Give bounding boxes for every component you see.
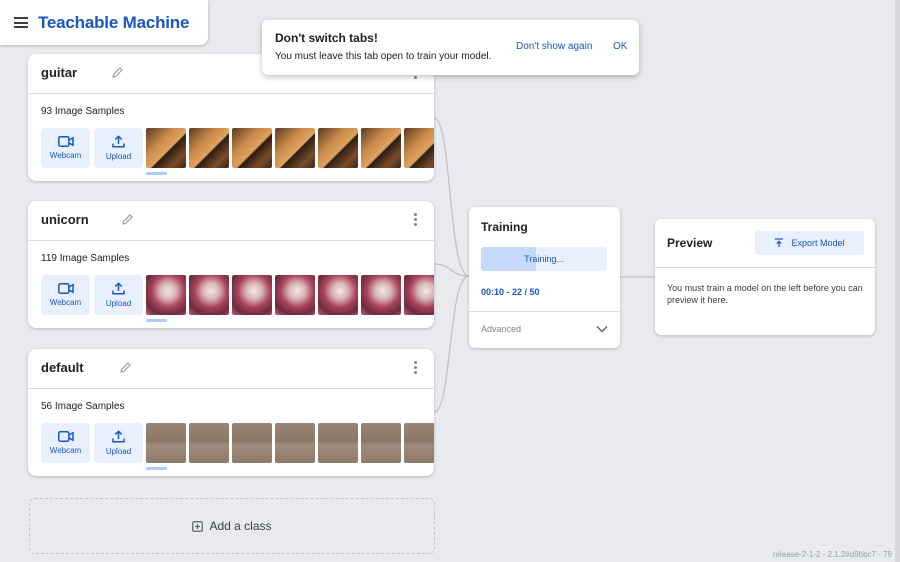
version-label: release-2-1-2 - 2.1.2#d9bbc7 - 79 — [772, 550, 892, 559]
sample-thumbnail[interactable] — [361, 423, 401, 463]
class-card-header: unicorn — [28, 201, 434, 241]
snackbar-message: You must leave this tab open to train yo… — [275, 51, 492, 62]
sample-thumbnail[interactable] — [404, 128, 434, 168]
webcam-icon — [57, 431, 74, 442]
upload-label: Upload — [105, 299, 132, 308]
add-class-label: Add a class — [209, 519, 272, 533]
webcam-icon — [57, 283, 74, 294]
more-options-icon[interactable] — [413, 361, 417, 374]
sample-thumbnail[interactable] — [232, 275, 272, 315]
sample-thumbnail[interactable] — [404, 423, 434, 463]
class-card-header: default — [28, 349, 434, 389]
upload-label: Upload — [105, 152, 132, 161]
app-title[interactable]: Teachable Machine — [38, 13, 189, 33]
sample-thumbnail[interactable] — [146, 275, 186, 315]
class-card: default 56 Image Samples Webcam Upload — [28, 349, 434, 476]
thumbnail-scrollbar[interactable] — [146, 172, 167, 175]
class-card: unicorn 119 Image Samples Webcam Upload — [28, 201, 434, 328]
upload-icon — [112, 282, 125, 295]
upload-button[interactable]: Upload — [94, 275, 143, 315]
divider — [469, 311, 620, 312]
sample-thumbnails — [146, 275, 434, 315]
sample-thumbnail[interactable] — [361, 275, 401, 315]
thumbnail-scrollbar[interactable] — [146, 319, 167, 322]
sample-thumbnail[interactable] — [232, 423, 272, 463]
sample-thumbnail[interactable] — [146, 423, 186, 463]
webcam-button[interactable]: Webcam — [41, 275, 90, 315]
advanced-toggle-label[interactable]: Advanced — [481, 324, 521, 334]
sample-thumbnail[interactable] — [189, 128, 229, 168]
sample-count: 56 Image Samples — [41, 401, 125, 412]
export-model-button[interactable]: Export Model — [755, 231, 864, 255]
sample-thumbnail[interactable] — [275, 128, 315, 168]
preview-panel: Preview Export Model You must train a mo… — [655, 219, 875, 335]
webcam-button[interactable]: Webcam — [41, 423, 90, 463]
add-box-icon — [192, 520, 204, 532]
menu-icon[interactable] — [14, 17, 28, 28]
export-model-label: Export Model — [791, 238, 845, 248]
train-model-button[interactable]: Training... — [481, 247, 607, 271]
app-header: Teachable Machine — [0, 0, 208, 45]
upload-icon — [112, 430, 125, 443]
webcam-label: Webcam — [49, 446, 82, 455]
pencil-icon[interactable] — [121, 213, 134, 226]
thumbnail-scrollbar[interactable] — [146, 467, 167, 470]
dont-show-again-button[interactable]: Don't show again — [516, 41, 592, 52]
sample-thumbnail[interactable] — [318, 128, 358, 168]
class-name[interactable]: guitar — [41, 65, 77, 80]
training-panel: Training Training... 00:10 - 22 / 50 Adv… — [469, 207, 620, 348]
class-name[interactable]: unicorn — [41, 212, 89, 227]
sample-thumbnail[interactable] — [232, 128, 272, 168]
sample-count: 93 Image Samples — [41, 106, 125, 117]
sample-thumbnail[interactable] — [275, 423, 315, 463]
ok-button[interactable]: OK — [613, 41, 627, 52]
pencil-icon[interactable] — [111, 66, 124, 79]
divider — [655, 267, 875, 268]
class-name[interactable]: default — [41, 360, 84, 375]
more-options-icon[interactable] — [413, 213, 417, 226]
page-scrollbar[interactable] — [895, 0, 900, 562]
preview-title: Preview — [667, 236, 713, 250]
train-button-label: Training... — [524, 254, 564, 264]
sample-thumbnail[interactable] — [318, 423, 358, 463]
sample-thumbnail[interactable] — [318, 275, 358, 315]
export-icon — [775, 238, 784, 247]
sample-thumbnails — [146, 423, 434, 463]
sample-thumbnails — [146, 128, 434, 168]
sample-thumbnail[interactable] — [146, 128, 186, 168]
upload-button[interactable]: Upload — [94, 423, 143, 463]
webcam-label: Webcam — [49, 298, 82, 307]
webcam-label: Webcam — [49, 151, 82, 160]
chevron-down-icon[interactable] — [596, 325, 608, 333]
snackbar-title: Don't switch tabs! — [275, 31, 378, 45]
sample-thumbnail[interactable] — [275, 275, 315, 315]
webcam-button[interactable]: Webcam — [41, 128, 90, 168]
upload-label: Upload — [105, 447, 132, 456]
sample-thumbnail[interactable] — [404, 275, 434, 315]
training-status: 00:10 - 22 / 50 — [481, 287, 540, 297]
sample-count: 119 Image Samples — [41, 253, 130, 264]
upload-icon — [112, 135, 125, 148]
pencil-icon[interactable] — [119, 361, 132, 374]
upload-button[interactable]: Upload — [94, 128, 143, 168]
add-class-button[interactable]: Add a class — [29, 498, 435, 554]
sample-thumbnail[interactable] — [189, 423, 229, 463]
sample-thumbnail[interactable] — [189, 275, 229, 315]
sample-thumbnail[interactable] — [361, 128, 401, 168]
webcam-icon — [57, 136, 74, 147]
dont-switch-tabs-snackbar: Don't switch tabs! You must leave this t… — [262, 20, 639, 75]
training-title: Training — [481, 220, 528, 234]
preview-message: You must train a model on the left befor… — [667, 283, 863, 305]
